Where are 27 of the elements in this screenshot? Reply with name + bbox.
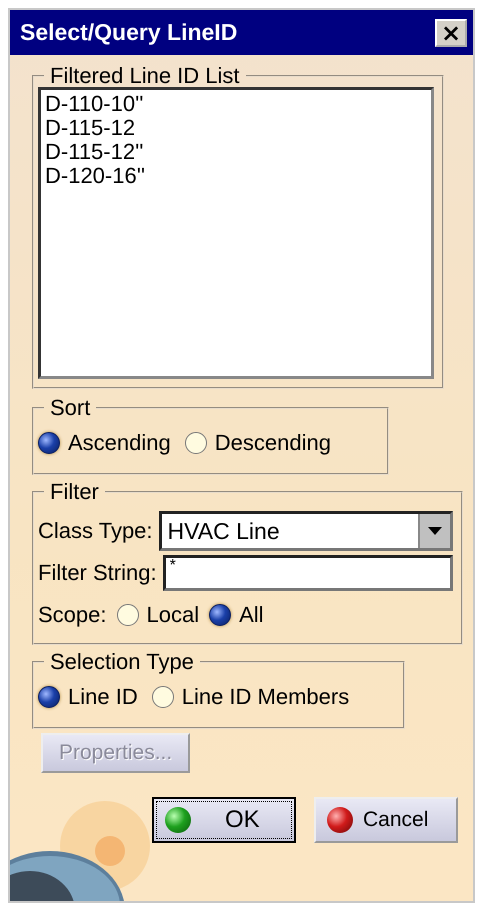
filter-string-field[interactable]: *	[162, 555, 453, 591]
radio-option[interactable]: Line ID Members	[152, 684, 350, 710]
cancel-button[interactable]: Cancel	[314, 797, 458, 843]
dropdown-arrow-icon	[427, 526, 443, 536]
radio-option[interactable]: Descending	[184, 430, 331, 456]
ok-button[interactable]: OK	[152, 797, 296, 843]
ball-icon	[327, 807, 353, 833]
group-label: Filter	[49, 481, 100, 503]
field-label: Class Type:	[38, 518, 153, 544]
group-label: Sort	[49, 397, 92, 419]
field-label: Filter String:	[38, 560, 157, 586]
close-button[interactable]: ×	[435, 18, 467, 46]
window-title: Select/Query LineID	[20, 19, 238, 46]
radio-option[interactable]: Local	[116, 602, 200, 628]
group-label: Filtered Line ID List	[49, 65, 241, 87]
ball-icon	[165, 807, 191, 833]
list-item[interactable]: D-120-16''	[45, 164, 427, 188]
radio-option[interactable]: Line ID	[38, 684, 138, 710]
radio-option[interactable]: Ascending	[38, 430, 171, 456]
radio-option[interactable]: All	[209, 602, 264, 628]
group-label: Selection Type	[49, 651, 195, 673]
field-label: Scope:	[38, 602, 106, 628]
list-item[interactable]: D-115-12	[45, 116, 427, 140]
list-box[interactable]: D-110-10'' D-115-12 D-115-12'' D-120-16''	[38, 87, 434, 379]
class-type-dropdown[interactable]: HVAC Line	[158, 511, 453, 551]
list-item[interactable]: D-115-12''	[45, 140, 427, 164]
list-item[interactable]: D-110-10''	[45, 92, 427, 116]
